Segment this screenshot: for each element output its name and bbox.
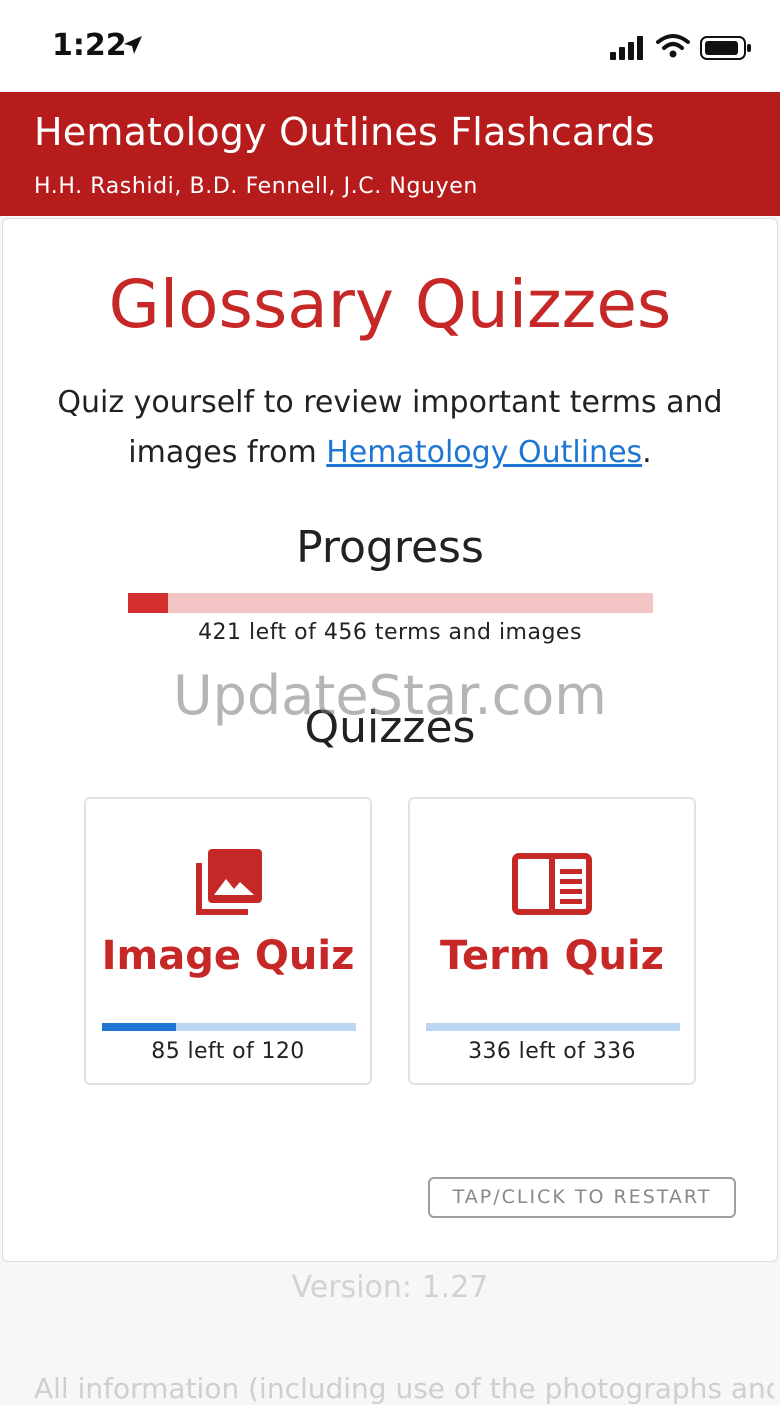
- wifi-icon: [656, 33, 690, 64]
- location-arrow-icon: [122, 34, 144, 61]
- app-authors: H.H. Rashidi, B.D. Fennell, J.C. Nguyen: [34, 174, 478, 199]
- intro-suffix: .: [642, 435, 652, 470]
- term-quiz-caption: 336 left of 336: [468, 1039, 636, 1064]
- image-quiz-progress-bar: [102, 1023, 356, 1031]
- overall-progress-bar: [128, 593, 653, 613]
- term-quiz-progress-bar: [426, 1023, 680, 1031]
- hematology-outlines-link[interactable]: Hematology Outlines: [326, 435, 642, 470]
- restart-button[interactable]: TAP/CLICK TO RESTART: [428, 1177, 736, 1218]
- photo-library-icon: [86, 847, 370, 924]
- battery-icon: [700, 35, 752, 66]
- app-title: Hematology Outlines Flashcards: [34, 110, 655, 154]
- disclaimer-text: All information (including use of the ph…: [34, 1372, 774, 1405]
- page-title: Glossary Quizzes: [108, 266, 672, 343]
- term-quiz-card[interactable]: Term Quiz 336 left of 336: [408, 797, 696, 1085]
- image-quiz-caption: 85 left of 120: [151, 1039, 305, 1064]
- book-icon: [410, 853, 694, 920]
- image-quiz-card[interactable]: Image Quiz 85 left of 120: [84, 797, 372, 1085]
- intro-text: Quiz yourself to review important terms …: [40, 378, 740, 478]
- term-quiz-title: Term Quiz: [440, 933, 664, 979]
- progress-heading: Progress: [296, 522, 484, 573]
- signal-icon: [610, 36, 646, 65]
- overall-progress-fill: [128, 593, 169, 613]
- status-bar: 1:22: [0, 0, 780, 92]
- version-text: Version: 1.27: [291, 1270, 489, 1305]
- image-quiz-title: Image Quiz: [101, 933, 355, 979]
- image-quiz-progress-fill: [102, 1023, 176, 1031]
- watermark: UpdateStar.com: [173, 664, 607, 727]
- status-time: 1:22: [52, 28, 127, 63]
- progress-caption: 421 left of 456 terms and images: [198, 620, 582, 645]
